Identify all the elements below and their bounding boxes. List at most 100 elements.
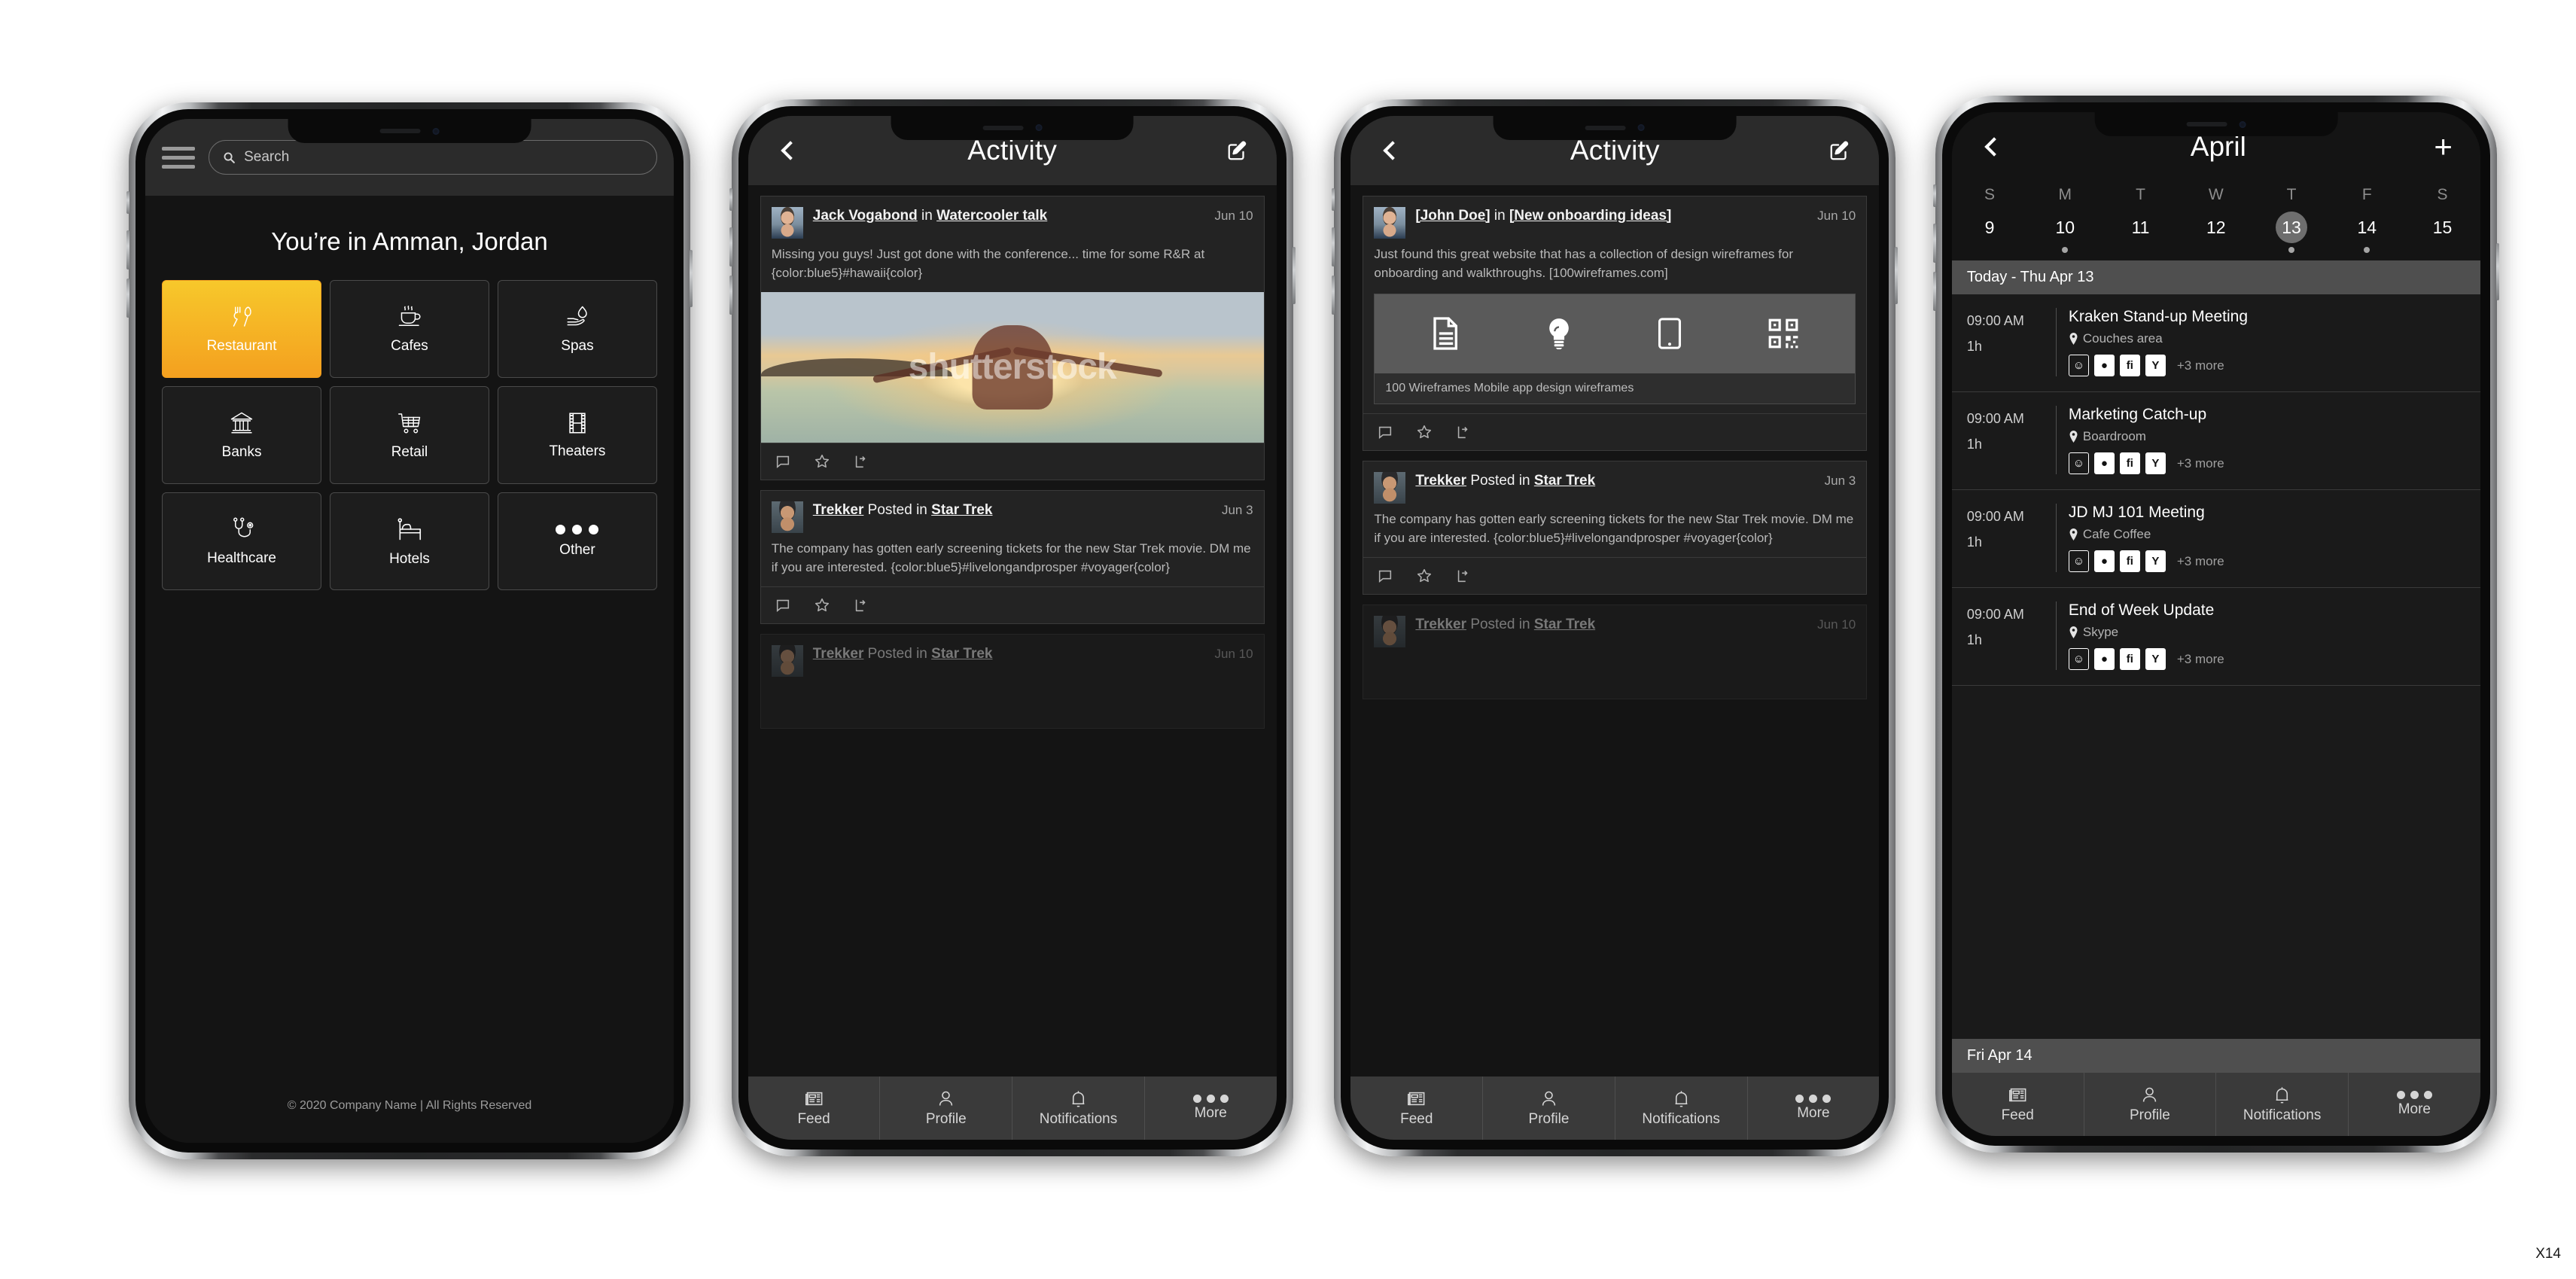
- date-cell-12[interactable]: 12: [2179, 209, 2254, 260]
- star-icon[interactable]: [1416, 568, 1433, 584]
- attendee-avatar-fi[interactable]: fi: [2119, 648, 2140, 671]
- search-input[interactable]: Search: [209, 140, 657, 175]
- share-icon[interactable]: [1455, 568, 1472, 584]
- post-date: Jun 3: [1824, 473, 1856, 488]
- tab-profile[interactable]: Profile: [880, 1076, 1013, 1140]
- post-channel[interactable]: Star Trek: [1534, 617, 1595, 632]
- post-channel[interactable]: Star Trek: [931, 502, 992, 518]
- feed-post[interactable]: [John Doe] in [New onboarding ideas] Jun…: [1363, 195, 1868, 451]
- post-author[interactable]: Trekker: [813, 502, 864, 518]
- tab-notifications[interactable]: Notifications: [2216, 1073, 2349, 1137]
- share-icon[interactable]: [853, 453, 869, 470]
- agenda-event[interactable]: 09:00 AM 1h Kraken Stand-up Meeting Couc…: [1951, 294, 2480, 393]
- comment-icon[interactable]: [775, 453, 791, 470]
- activity-feed[interactable]: Jack Vogabond in Watercooler talk Jun 10…: [748, 184, 1277, 1076]
- attendee-avatar-fi[interactable]: fi: [2119, 355, 2140, 377]
- attendee-avatar-drop[interactable]: ●: [2093, 452, 2115, 475]
- tab-notifications[interactable]: Notifications: [1615, 1076, 1748, 1140]
- category-tile-cafes[interactable]: Cafes: [330, 280, 489, 378]
- post-date: Jun 10: [1214, 208, 1253, 223]
- date-cell-15[interactable]: 15: [2404, 209, 2480, 260]
- share-icon[interactable]: [1455, 424, 1472, 440]
- feed-post[interactable]: Trekker Posted in Star Trek Jun 10: [1363, 604, 1868, 699]
- agenda-event[interactable]: 09:00 AM 1h Marketing Catch-up Boardroom…: [1951, 392, 2480, 491]
- back-button[interactable]: [768, 140, 807, 160]
- attendee-avatar-drop[interactable]: ●: [2093, 550, 2115, 573]
- feed-post[interactable]: Trekker Posted in Star Trek Jun 3 The co…: [760, 489, 1265, 624]
- post-channel[interactable]: [New onboarding ideas]: [1509, 208, 1671, 224]
- back-button[interactable]: [1370, 140, 1409, 160]
- category-tile-healthcare[interactable]: Healthcare: [162, 492, 322, 590]
- post-author[interactable]: Trekker: [1415, 473, 1466, 489]
- category-tile-spas[interactable]: Spas: [497, 280, 657, 378]
- post-author[interactable]: [John Doe]: [1415, 208, 1490, 224]
- tab-profile[interactable]: Profile: [2084, 1073, 2217, 1137]
- tab-feed[interactable]: Feed: [1350, 1076, 1484, 1140]
- attendee-avatar-y[interactable]: Y: [2145, 550, 2166, 573]
- category-tile-hotels[interactable]: Hotels: [330, 492, 489, 590]
- star-icon[interactable]: [814, 597, 830, 614]
- tab-feed[interactable]: Feed: [1952, 1073, 2084, 1137]
- attendee-avatar-y[interactable]: Y: [2145, 355, 2166, 377]
- date-cell-9[interactable]: 9: [1952, 209, 2027, 260]
- category-tile-theaters[interactable]: Theaters: [497, 386, 657, 484]
- compose-button[interactable]: [1218, 139, 1257, 162]
- compose-button[interactable]: [1820, 139, 1859, 162]
- tab-more[interactable]: More: [1145, 1076, 1277, 1140]
- post-date: Jun 10: [1817, 617, 1856, 632]
- bed-icon: [397, 518, 422, 541]
- agenda-list[interactable]: 09:00 AM 1h Kraken Stand-up Meeting Couc…: [1951, 294, 2480, 1101]
- post-author[interactable]: Jack Vogabond: [813, 208, 918, 224]
- activity-feed[interactable]: [John Doe] in [New onboarding ideas] Jun…: [1350, 184, 1880, 1076]
- back-button[interactable]: [1972, 137, 2011, 157]
- attendee-avatar-smiley[interactable]: ☺: [2068, 550, 2089, 573]
- comment-icon[interactable]: [1377, 568, 1393, 584]
- agenda-event[interactable]: 09:00 AM 1h JD MJ 101 Meeting Cafe Coffe…: [1951, 490, 2480, 589]
- post-image[interactable]: shutterstock: [760, 291, 1264, 443]
- tab-more[interactable]: More: [1748, 1076, 1880, 1140]
- comment-icon[interactable]: [1377, 424, 1393, 440]
- agenda-event[interactable]: 09:00 AM 1h End of Week Update Skype ☺ ●…: [1951, 588, 2480, 687]
- post-channel[interactable]: Star Trek: [1534, 473, 1595, 489]
- post-channel[interactable]: Watercooler talk: [936, 208, 1047, 224]
- attendees-more-label[interactable]: +3 more: [2177, 652, 2224, 667]
- hamburger-menu-icon[interactable]: [162, 146, 196, 169]
- attendee-avatar-smiley[interactable]: ☺: [2068, 355, 2089, 377]
- date-cell-11[interactable]: 11: [2103, 209, 2178, 260]
- category-tile-banks[interactable]: Banks: [162, 386, 322, 484]
- category-tile-retail[interactable]: Retail: [330, 386, 489, 484]
- feed-post[interactable]: Jack Vogabond in Watercooler talk Jun 10…: [760, 195, 1265, 480]
- post-channel[interactable]: Star Trek: [931, 646, 992, 662]
- attendees-more-label[interactable]: +3 more: [2177, 358, 2224, 373]
- date-cell-14[interactable]: 14: [2329, 209, 2404, 260]
- tab-notifications[interactable]: Notifications: [1012, 1076, 1145, 1140]
- attendee-avatar-smiley[interactable]: ☺: [2068, 648, 2089, 671]
- category-tile-other[interactable]: Other: [497, 492, 657, 590]
- comment-icon[interactable]: [775, 597, 791, 614]
- date-cell-10[interactable]: 10: [2027, 209, 2103, 260]
- star-icon[interactable]: [1416, 424, 1433, 440]
- attendee-avatar-fi[interactable]: fi: [2119, 550, 2140, 573]
- tab-more[interactable]: More: [2349, 1073, 2480, 1136]
- feed-post[interactable]: Trekker Posted in Star Trek Jun 3 The co…: [1363, 460, 1868, 595]
- attendee-avatar-fi[interactable]: fi: [2119, 452, 2140, 475]
- attendee-avatar-smiley[interactable]: ☺: [2068, 452, 2089, 475]
- attendees-more-label[interactable]: +3 more: [2177, 554, 2224, 569]
- feed-post[interactable]: Trekker Posted in Star Trek Jun 10: [760, 633, 1265, 729]
- attendee-avatar-y[interactable]: Y: [2145, 452, 2166, 475]
- category-tile-restaurant[interactable]: Restaurant: [162, 280, 322, 378]
- tab-profile[interactable]: Profile: [1483, 1076, 1615, 1140]
- date-cell-13[interactable]: 13: [2254, 209, 2329, 260]
- attendees-more-label[interactable]: +3 more: [2177, 456, 2224, 471]
- share-icon[interactable]: [853, 597, 869, 614]
- bank-building-icon: [230, 412, 253, 434]
- post-author[interactable]: Trekker: [1415, 617, 1466, 632]
- tab-feed[interactable]: Feed: [748, 1076, 881, 1140]
- star-icon[interactable]: [814, 453, 830, 470]
- post-author[interactable]: Trekker: [813, 646, 864, 662]
- link-preview-card[interactable]: 100 Wireframes Mobile app design wirefra…: [1374, 293, 1856, 404]
- add-event-button[interactable]: +: [2426, 131, 2461, 163]
- attendee-avatar-y[interactable]: Y: [2145, 648, 2166, 671]
- attendee-avatar-drop[interactable]: ●: [2093, 355, 2115, 377]
- attendee-avatar-drop[interactable]: ●: [2093, 648, 2115, 671]
